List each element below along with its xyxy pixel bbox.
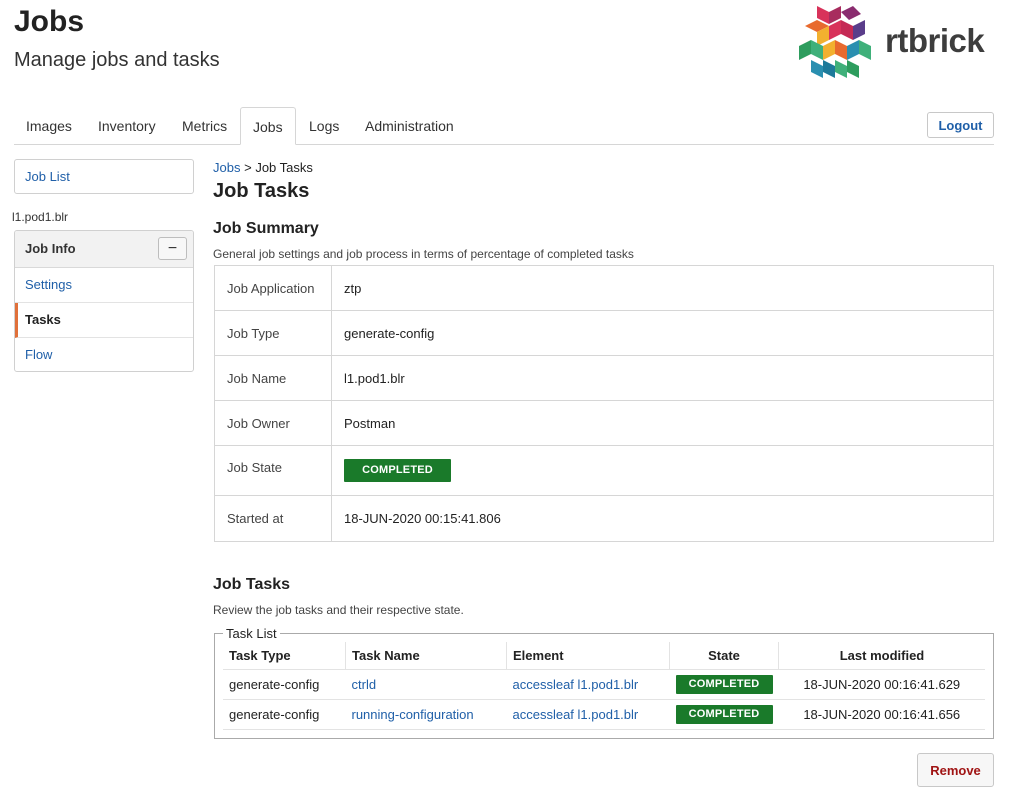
main-nav: Images Inventory Metrics Jobs Logs Admin…: [14, 107, 994, 145]
task-table-header: Task Type Task Name Element State Last m…: [223, 642, 985, 670]
summary-value: Postman: [331, 400, 994, 446]
tab-images[interactable]: Images: [14, 107, 84, 144]
column-header: Task Name: [345, 642, 507, 670]
sidebar-item-flow[interactable]: Flow: [15, 338, 193, 371]
breadcrumb: Jobs > Job Tasks: [213, 160, 313, 175]
tab-logs[interactable]: Logs: [297, 107, 351, 144]
summary-key: Job Application: [214, 265, 332, 311]
summary-row-type: Job Type generate-config: [214, 310, 994, 356]
job-tasks-title: Job Tasks: [213, 576, 291, 593]
summary-key: Job Type: [214, 310, 332, 356]
page-title: Jobs: [14, 5, 85, 38]
summary-row-started: Started at 18-JUN-2020 00:15:41.806: [214, 495, 994, 542]
summary-key: Started at: [214, 495, 332, 542]
summary-value: 18-JUN-2020 00:15:41.806: [331, 495, 994, 542]
sidebar-job-list-link[interactable]: Job List: [14, 159, 194, 194]
breadcrumb-current: Job Tasks: [255, 160, 313, 175]
column-header: State: [669, 642, 779, 670]
tab-inventory[interactable]: Inventory: [86, 107, 168, 144]
column-header: Task Type: [223, 642, 346, 670]
sidebar-item-settings[interactable]: Settings: [15, 268, 193, 303]
page-subtitle: Manage jobs and tasks: [14, 49, 220, 71]
summary-row-state: Job State COMPLETED: [214, 445, 994, 496]
job-info-title: Job Info: [25, 241, 76, 256]
job-summary-title: Job Summary: [213, 220, 319, 237]
minus-icon: −: [167, 240, 178, 257]
task-table: Task Type Task Name Element State Last m…: [223, 642, 985, 730]
task-name-cell: ctrld: [345, 669, 507, 700]
summary-value-state: COMPLETED: [331, 445, 994, 496]
summary-value: generate-config: [331, 310, 994, 356]
tab-administration[interactable]: Administration: [353, 107, 466, 144]
job-summary-description: General job settings and job process in …: [213, 247, 634, 261]
task-list-fieldset: Task List Task Type Task Name Element St…: [214, 626, 994, 739]
summary-key: Job State: [214, 445, 332, 496]
sidebar-item-tasks[interactable]: Tasks: [15, 303, 193, 338]
task-name-link[interactable]: ctrld: [352, 677, 377, 692]
remove-button[interactable]: Remove: [917, 753, 994, 787]
tab-metrics[interactable]: Metrics: [170, 107, 239, 144]
summary-key: Job Name: [214, 355, 332, 401]
job-info-panel-header: Job Info −: [15, 231, 193, 268]
table-row: generate-config running-configuration ac…: [223, 699, 985, 730]
breadcrumb-separator: >: [244, 160, 252, 175]
status-badge: COMPLETED: [675, 675, 773, 694]
job-summary-table: Job Application ztp Job Type generate-co…: [214, 265, 994, 542]
element-cell: accessleaf l1.pod1.blr: [506, 699, 670, 730]
breadcrumb-jobs-link[interactable]: Jobs: [213, 160, 240, 175]
summary-value: ztp: [331, 265, 994, 311]
sidebar-job-name: l1.pod1.blr: [12, 210, 69, 224]
main-title: Job Tasks: [213, 180, 310, 202]
rtbrick-logo-icon: [799, 6, 871, 78]
collapse-button[interactable]: −: [158, 237, 187, 260]
summary-row-application: Job Application ztp: [214, 265, 994, 311]
status-badge: COMPLETED: [675, 705, 773, 724]
summary-value: l1.pod1.blr: [331, 355, 994, 401]
tab-jobs[interactable]: Jobs: [240, 107, 296, 145]
task-name-cell: running-configuration: [345, 699, 507, 730]
logout-button[interactable]: Logout: [927, 112, 994, 138]
task-list-legend: Task List: [223, 626, 280, 641]
table-row: generate-config ctrld accessleaf l1.pod1…: [223, 669, 985, 700]
last-modified-cell: 18-JUN-2020 00:16:41.656: [778, 699, 985, 730]
summary-key: Job Owner: [214, 400, 332, 446]
element-cell: accessleaf l1.pod1.blr: [506, 669, 670, 700]
logo-text: rtbrick: [885, 22, 985, 59]
column-header: Last modified: [778, 642, 985, 670]
last-modified-cell: 18-JUN-2020 00:16:41.629: [778, 669, 985, 700]
rtbrick-logo: rtbrick: [795, 4, 995, 80]
element-link[interactable]: accessleaf l1.pod1.blr: [513, 707, 639, 722]
summary-row-owner: Job Owner Postman: [214, 400, 994, 446]
job-tasks-description: Review the job tasks and their respectiv…: [213, 603, 464, 617]
task-type-cell: generate-config: [223, 699, 346, 730]
task-name-link[interactable]: running-configuration: [352, 707, 474, 722]
job-info-panel: Job Info − Settings Tasks Flow: [14, 230, 194, 372]
state-cell: COMPLETED: [669, 669, 779, 700]
element-link[interactable]: accessleaf l1.pod1.blr: [513, 677, 639, 692]
column-header: Element: [506, 642, 670, 670]
task-type-cell: generate-config: [223, 669, 346, 700]
state-cell: COMPLETED: [669, 699, 779, 730]
summary-row-name: Job Name l1.pod1.blr: [214, 355, 994, 401]
status-badge: COMPLETED: [344, 459, 451, 482]
